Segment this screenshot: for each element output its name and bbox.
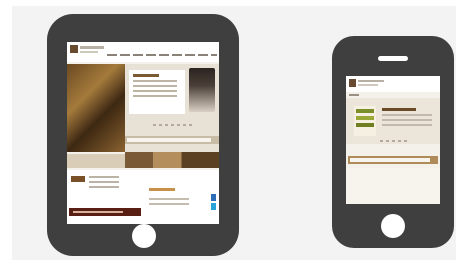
phone-screen <box>346 76 440 204</box>
section-heading <box>149 188 175 191</box>
home-button-icon <box>381 214 405 238</box>
book-cover-stripe <box>356 109 374 113</box>
hero-text <box>382 114 432 128</box>
footer-text <box>73 211 123 213</box>
book-cover-stripe <box>356 123 374 127</box>
home-button-icon <box>132 224 156 248</box>
section-logo <box>71 176 85 182</box>
tablet-screen <box>67 42 219 224</box>
site-brand-text <box>358 80 384 82</box>
site-brand-text <box>80 46 104 49</box>
search-input <box>350 158 430 162</box>
smartphone-icon <box>332 36 454 248</box>
hero-card-text <box>133 80 177 97</box>
tablet-icon <box>47 14 239 256</box>
thumbnail-row <box>125 152 219 168</box>
site-tagline <box>80 51 98 53</box>
portrait-photo <box>189 68 215 112</box>
page-body <box>346 168 440 204</box>
carousel-dots <box>153 124 193 126</box>
speaker-icon <box>378 56 408 61</box>
search-input <box>127 138 211 142</box>
section-body-text <box>149 198 189 208</box>
hero-card-heading <box>133 74 159 77</box>
carousel-dots <box>380 140 410 142</box>
section-text <box>89 176 119 190</box>
hero-heading <box>382 108 416 111</box>
site-nav-bar <box>107 54 217 56</box>
book-cover-stripe <box>356 116 374 120</box>
illustration <box>0 0 468 268</box>
social-icons <box>211 194 216 210</box>
site-logo <box>349 79 356 87</box>
site-logo <box>70 45 78 53</box>
hero-photo <box>67 64 125 152</box>
menu-text <box>349 94 359 96</box>
site-tagline <box>358 84 378 86</box>
